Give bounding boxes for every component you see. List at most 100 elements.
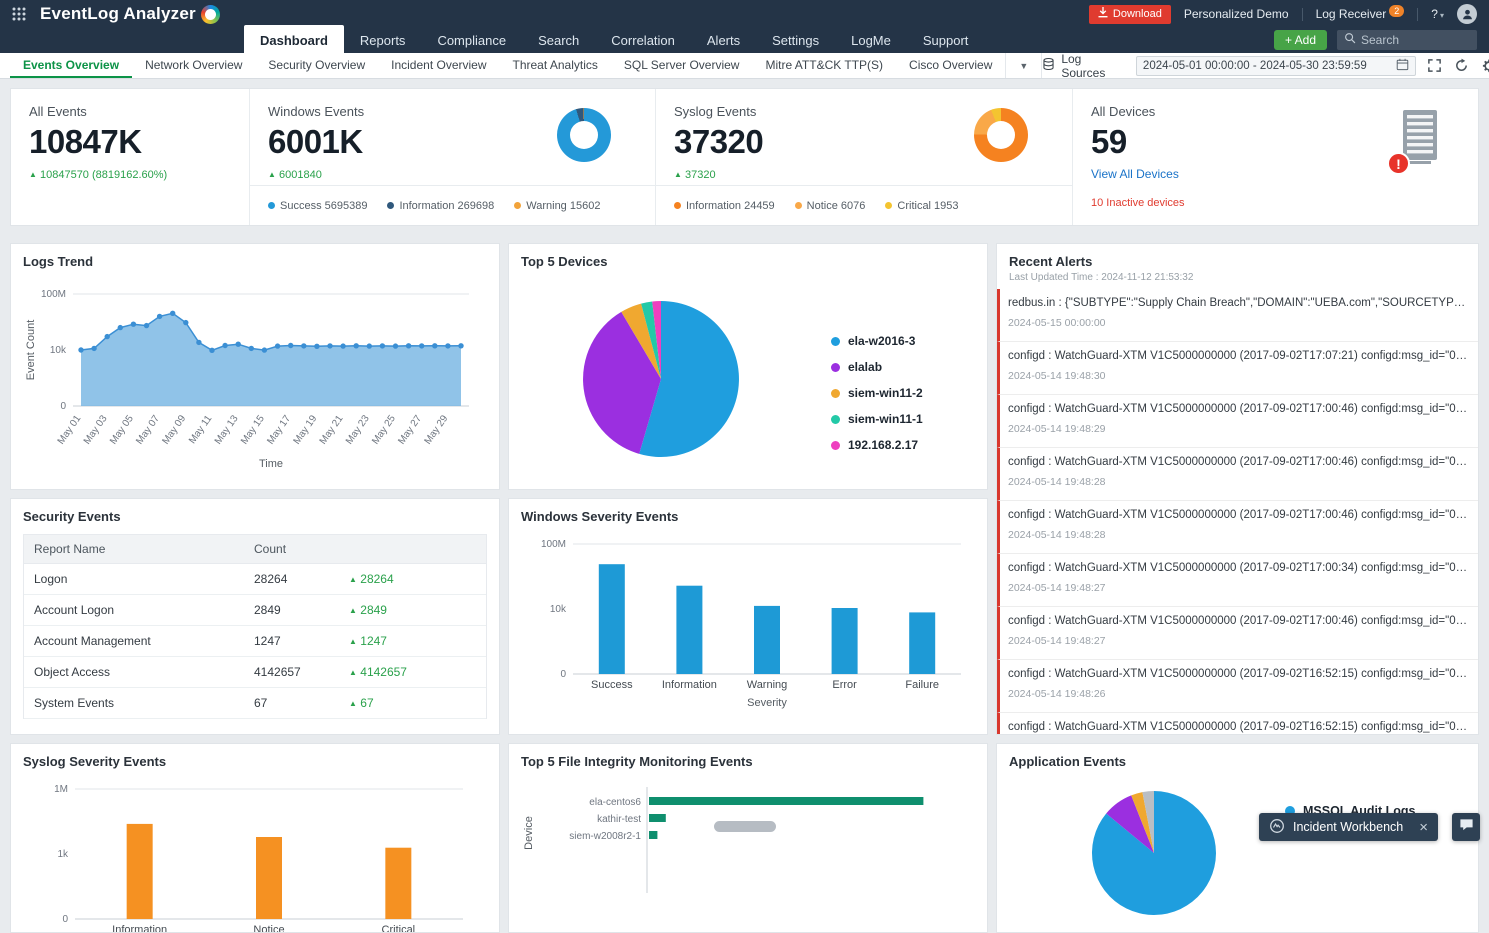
subtab-security-overview[interactable]: Security Overview: [255, 53, 378, 78]
user-avatar-icon[interactable]: [1457, 4, 1477, 24]
security-events-row[interactable]: Object Access 4142657 ▲ 4142657: [24, 657, 486, 688]
download-button[interactable]: Download: [1088, 4, 1171, 24]
svg-text:May 25: May 25: [370, 413, 398, 447]
panel-title: Top 5 Devices: [521, 254, 608, 269]
nav-correlation[interactable]: Correlation: [595, 28, 691, 53]
panel-title: Security Events: [23, 509, 121, 524]
divider: [1417, 7, 1419, 21]
alert-item[interactable]: configd : WatchGuard-XTM V1C5000000000 (…: [997, 660, 1478, 713]
nav-logme[interactable]: LogMe: [835, 28, 907, 53]
legend-item: siem-win11-2: [831, 386, 923, 400]
windows-severity-bar-chart: 100M 10k 0 Success Information Warning Error Fa…: [541, 539, 961, 709]
syslog-severity-panel: Syslog Severity Events 1M 1k 0 Information N…: [10, 743, 500, 933]
log-receiver-link[interactable]: Log Receiver: [1316, 7, 1387, 21]
alert-item[interactable]: redbus.in : {"SUBTYPE":"Supply Chain Bre…: [997, 289, 1478, 342]
log-sources-label: Log Sources: [1061, 51, 1106, 80]
eventlog-analyzer-app: EventLog Analyzer Download Personalized …: [0, 0, 1489, 933]
table-body: Logon 28264 ▲ 28264 Account Logon 2849 ▲ 2849…: [24, 564, 486, 719]
fullscreen-expand-icon[interactable]: [1426, 57, 1443, 75]
svg-text:May 07: May 07: [134, 413, 162, 447]
summary-stats-strip: All Events 10847K ▲ 10847570 (8819162.60…: [10, 88, 1479, 226]
security-events-row[interactable]: Logon 28264 ▲ 28264: [24, 564, 486, 595]
legend-item: Critical 1953: [885, 200, 959, 212]
svg-text:Error: Error: [832, 679, 857, 691]
subtab-incident-overview[interactable]: Incident Overview: [378, 53, 499, 78]
nav-support[interactable]: Support: [907, 28, 985, 53]
date-range-picker[interactable]: 2024-05-01 00:00:00 - 2024-05-30 23:59:5…: [1135, 55, 1417, 76]
logs-trend-panel: Logs Trend 100M 10k 0 May 01 May 03 May 05 May…: [10, 243, 500, 490]
legend-item: 192.168.2.17: [831, 438, 923, 452]
refresh-icon[interactable]: [1453, 57, 1470, 75]
chat-bubble-icon: [1459, 817, 1474, 837]
subtab-mitre-att-ck-ttp-s[interactable]: Mitre ATT&CK TTP(S): [752, 53, 896, 78]
stat-delta: ▲ 6001840: [268, 169, 322, 181]
nav-settings[interactable]: Settings: [756, 28, 835, 53]
calendar-icon: [1396, 58, 1409, 74]
svg-text:10k: 10k: [550, 604, 567, 615]
app-logo: EventLog Analyzer: [40, 4, 220, 24]
all-events-stat: All Events 10847K ▲ 10847570 (8819162.60…: [11, 89, 249, 225]
stat-delta: ▲ 37320: [674, 169, 716, 181]
nav-alerts[interactable]: Alerts: [691, 28, 756, 53]
tabs-overflow-chevron[interactable]: ▼: [1005, 53, 1043, 78]
top-devices-pie-chart: [583, 301, 739, 457]
help-menu[interactable]: ? ▾: [1431, 7, 1444, 21]
security-events-row[interactable]: Account Management 1247 ▲ 1247: [24, 626, 486, 657]
logs-trend-chart: 100M10k0May 01May 03May 05May 07May 09Ma…: [25, 289, 469, 470]
search-input[interactable]: [1361, 33, 1463, 47]
up-trend-icon: ▲: [268, 170, 276, 179]
add-button[interactable]: + Add: [1273, 30, 1327, 50]
alert-item[interactable]: configd : WatchGuard-XTM V1C5000000000 (…: [997, 501, 1478, 554]
nav-reports[interactable]: Reports: [344, 28, 422, 53]
alert-item[interactable]: configd : WatchGuard-XTM V1C5000000000 (…: [997, 713, 1478, 734]
subtab-sql-server-overview[interactable]: SQL Server Overview: [611, 53, 753, 78]
nav-search[interactable]: Search: [522, 28, 595, 53]
alert-item[interactable]: configd : WatchGuard-XTM V1C5000000000 (…: [997, 395, 1478, 448]
svg-text:Warning: Warning: [747, 679, 788, 691]
subtab-events-overview[interactable]: Events Overview: [10, 53, 133, 78]
incident-workbench-icon: [1269, 818, 1285, 837]
notification-badge: 2: [1389, 5, 1405, 17]
svg-text:Information: Information: [662, 679, 717, 691]
settings-gear-icon[interactable]: [1480, 57, 1489, 75]
svg-text:Failure: Failure: [905, 679, 939, 691]
alert-item[interactable]: configd : WatchGuard-XTM V1C5000000000 (…: [997, 554, 1478, 607]
stat-value: 37320: [674, 123, 764, 160]
alert-item[interactable]: configd : WatchGuard-XTM V1C5000000000 (…: [997, 342, 1478, 395]
svg-text:May 09: May 09: [160, 413, 188, 447]
svg-text:May 13: May 13: [213, 413, 241, 447]
syslog-events-legend: Information 24459 Notice 6076 Critical 195…: [656, 185, 1072, 225]
stat-value: 6001K: [268, 123, 363, 160]
nav-compliance[interactable]: Compliance: [421, 28, 522, 53]
close-icon[interactable]: ×: [1419, 820, 1428, 835]
legend-item: Information 269698: [387, 200, 494, 212]
subtab-network-overview[interactable]: Network Overview: [132, 53, 255, 78]
svg-text:May 03: May 03: [82, 413, 110, 447]
log-sources-button[interactable]: Log Sources: [1042, 52, 1126, 80]
scrollbar-thumb[interactable]: [714, 821, 776, 832]
alert-item[interactable]: configd : WatchGuard-XTM V1C5000000000 (…: [997, 448, 1478, 501]
legend-item: Notice 6076: [794, 200, 865, 212]
legend-item: elalab: [831, 360, 923, 374]
legend-item: siem-win11-1: [831, 412, 923, 426]
alert-item[interactable]: configd : WatchGuard-XTM V1C5000000000 (…: [997, 607, 1478, 660]
security-events-row[interactable]: System Events 67 ▲ 67: [24, 688, 486, 719]
apps-grid-icon[interactable]: [8, 3, 30, 25]
header-search[interactable]: [1337, 30, 1477, 50]
legend-item: Information 24459: [674, 200, 775, 212]
main-nav: Dashboard Reports Compliance Search Correlat…: [244, 25, 985, 53]
personalized-demo-link[interactable]: Personalized Demo: [1184, 7, 1289, 21]
nav-dashboard[interactable]: Dashboard: [244, 25, 344, 53]
subtab-threat-analytics[interactable]: Threat Analytics: [500, 53, 611, 78]
devices-icon: !: [1387, 109, 1444, 175]
subtab-cisco-overview[interactable]: Cisco Overview: [896, 53, 1005, 78]
chat-button[interactable]: [1452, 813, 1480, 841]
incident-workbench-toast[interactable]: Incident Workbench ×: [1258, 813, 1438, 841]
dashboard-tabs-bar: Events Overview Network Overview Security …: [0, 52, 1489, 80]
security-events-row[interactable]: Account Logon 2849 ▲ 2849: [24, 595, 486, 626]
stat-value: 10847K: [29, 123, 142, 160]
alerts-list: redbus.in : {"SUBTYPE":"Supply Chain Bre…: [997, 289, 1478, 734]
stat-label: Windows Events: [268, 104, 365, 119]
fim-events-panel: Top 5 File Integrity Monitoring Events e…: [508, 743, 988, 933]
incident-workbench-label: Incident Workbench: [1292, 820, 1404, 834]
